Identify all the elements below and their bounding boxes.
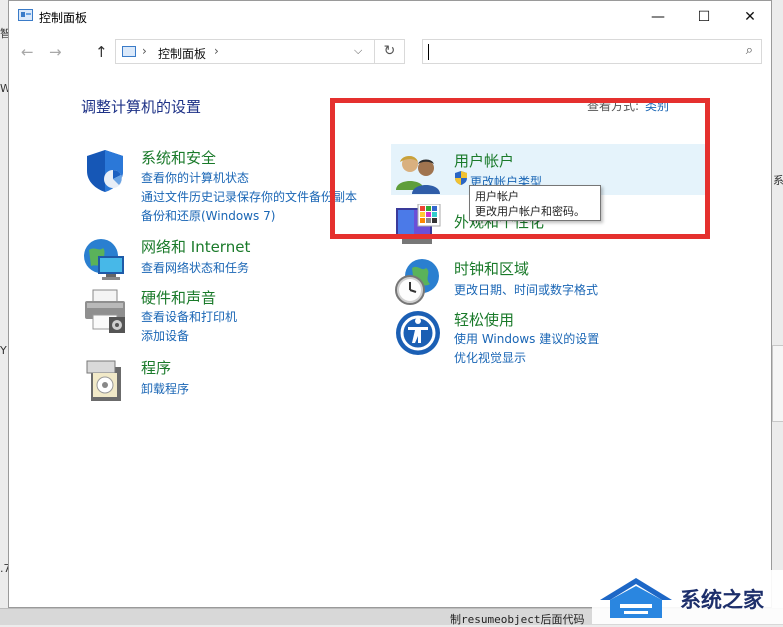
house-logo-icon xyxy=(600,578,672,618)
close-button[interactable]: ✕ xyxy=(727,1,773,32)
link-file-history[interactable]: 通过文件历史记录保存你的文件备份副本 xyxy=(141,188,357,205)
category-title[interactable]: 网络和 Internet xyxy=(141,236,250,257)
category-title[interactable]: 轻松使用 xyxy=(454,309,514,330)
link-backup-restore[interactable]: 备份和还原(Windows 7) xyxy=(141,207,275,224)
chevron-down-icon[interactable]: ⌵ xyxy=(354,44,362,58)
bg-window-fragment xyxy=(772,345,783,422)
control-panel-window: 控制面板 — ☐ ✕ ← → ↑ › 控制面板 › ⌵ ↻ ⌕ 调整计算机的设置… xyxy=(8,0,772,608)
navigation-bar: ← → ↑ › 控制面板 › ⌵ ↻ ⌕ xyxy=(9,37,771,67)
page-title: 调整计算机的设置 xyxy=(81,98,202,116)
bg-bottom-text: 制resumeobject后面代码 xyxy=(450,613,585,626)
link-optimize-visual-display[interactable]: 优化视觉显示 xyxy=(454,349,526,366)
control-panel-icon xyxy=(122,46,136,57)
highlight-annotation-box xyxy=(330,98,710,239)
back-arrow-icon[interactable]: ← xyxy=(21,43,34,61)
up-arrow-icon[interactable]: ↑ xyxy=(95,43,108,61)
breadcrumb-control-panel[interactable]: 控制面板 xyxy=(158,45,206,62)
control-panel-icon xyxy=(18,9,33,21)
refresh-button[interactable]: ↻ xyxy=(375,39,405,64)
link-windows-recommended-settings[interactable]: 使用 Windows 建议的设置 xyxy=(454,330,599,347)
watermark: 系统之家 xyxy=(592,570,783,624)
category-title[interactable]: 时钟和区域 xyxy=(454,258,529,279)
network-icon xyxy=(84,239,124,280)
clock-globe-icon xyxy=(395,259,439,305)
shield-icon xyxy=(87,150,123,192)
link-change-date-time-format[interactable]: 更改日期、时间或数字格式 xyxy=(454,281,598,298)
category-title[interactable]: 系统和安全 xyxy=(141,147,216,168)
bg-text-fragment: Y xyxy=(0,344,7,357)
maximize-button[interactable]: ☐ xyxy=(681,1,727,32)
forward-arrow-icon[interactable]: → xyxy=(49,43,62,61)
bg-text-fragment: 系 xyxy=(773,174,783,187)
search-icon[interactable]: ⌕ xyxy=(746,43,753,58)
category-title[interactable]: 程序 xyxy=(141,357,171,378)
link-devices-printers[interactable]: 查看设备和打印机 xyxy=(141,308,237,325)
text-caret xyxy=(428,44,429,60)
window-title: 控制面板 xyxy=(39,11,88,25)
link-network-status[interactable]: 查看网络状态和任务 xyxy=(141,259,249,276)
watermark-text: 系统之家 xyxy=(680,588,764,612)
breadcrumb-separator-icon[interactable]: › xyxy=(214,44,219,58)
address-bar[interactable]: › 控制面板 › ⌵ xyxy=(115,39,375,64)
ease-of-access-icon xyxy=(396,311,440,355)
titlebar[interactable]: 控制面板 — ☐ ✕ xyxy=(9,1,771,32)
link-uninstall-program[interactable]: 卸载程序 xyxy=(141,380,189,397)
search-input[interactable]: ⌕ xyxy=(422,39,762,64)
programs-icon xyxy=(86,360,121,401)
link-add-device[interactable]: 添加设备 xyxy=(141,327,189,344)
minimize-button[interactable]: — xyxy=(635,1,681,32)
breadcrumb-separator-icon[interactable]: › xyxy=(142,44,147,58)
link-view-computer-status[interactable]: 查看你的计算机状态 xyxy=(141,169,249,186)
category-title[interactable]: 硬件和声音 xyxy=(141,287,216,308)
printer-icon xyxy=(85,289,125,333)
